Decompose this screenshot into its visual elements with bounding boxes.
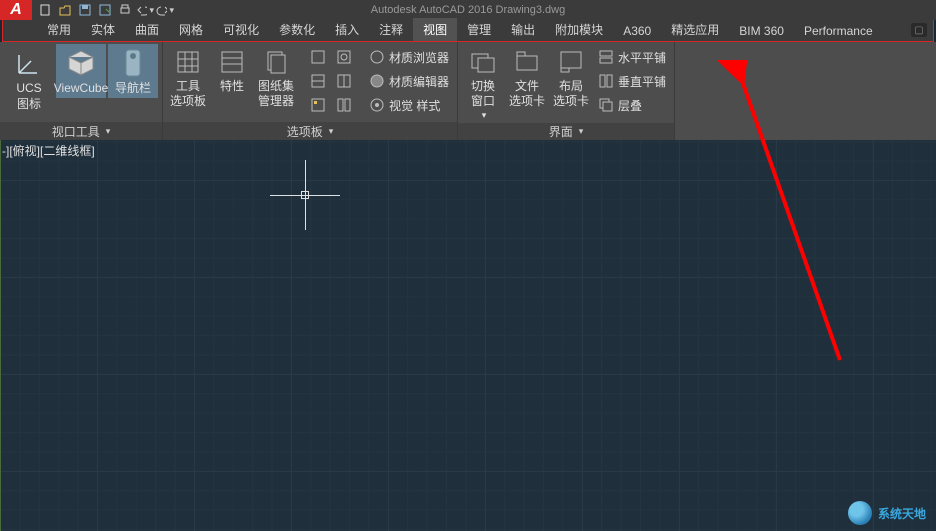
properties-icon [216, 46, 248, 78]
palette-icon [310, 73, 326, 89]
cascade-button[interactable]: 层叠 [594, 94, 670, 116]
app-menu-icon[interactable]: A [0, 0, 32, 20]
tab-a360[interactable]: A360 [613, 21, 661, 41]
tab-visualize[interactable]: 可视化 [213, 18, 269, 41]
save-icon[interactable] [76, 2, 94, 18]
undo-icon[interactable]: ▾ [136, 2, 154, 18]
sheetset-icon [260, 46, 292, 78]
window-title: Autodesk AutoCAD 2016 Drawing3.dwg [371, 4, 565, 16]
small-palette-button-3[interactable] [306, 94, 330, 116]
panel-title[interactable]: 视口工具▾ [0, 122, 162, 140]
tab-output[interactable]: 输出 [501, 18, 545, 41]
palette-icon [310, 49, 326, 65]
watermark-logo-icon [848, 501, 872, 525]
switch-window-button[interactable]: 切换窗口▾ [462, 44, 504, 123]
material-editor-icon [369, 73, 385, 89]
palette-icon [310, 97, 326, 113]
switch-window-icon [467, 46, 499, 78]
ucs-icon-button[interactable]: UCS图标 [4, 44, 54, 115]
viewport-control-label[interactable]: -][俯视][二维线框] [2, 142, 95, 159]
navbar-button[interactable]: 导航栏 [108, 44, 158, 98]
ribbon-tabs: 常用 实体 曲面 网格 可视化 参数化 插入 注释 视图 管理 输出 附加模块 … [2, 20, 934, 42]
palette-icon [336, 73, 352, 89]
tile-vertical-button[interactable]: 垂直平铺 [594, 70, 670, 92]
drawing-grid [0, 140, 936, 531]
tab-parametric[interactable]: 参数化 [269, 18, 325, 41]
tab-view[interactable]: 视图 [413, 18, 457, 41]
cascade-icon [598, 97, 614, 113]
tool-palettes-icon [172, 46, 204, 78]
tab-manage[interactable]: 管理 [457, 18, 501, 41]
material-browser-icon [369, 49, 385, 65]
small-palette-button-1[interactable] [306, 46, 330, 68]
sheetset-manager-button[interactable]: 图纸集管理器 [255, 44, 297, 111]
saveas-icon[interactable] [96, 2, 114, 18]
print-icon[interactable] [116, 2, 134, 18]
open-icon[interactable] [56, 2, 74, 18]
axis-line [0, 140, 1, 531]
tile-vertical-icon [598, 73, 614, 89]
ribbon-minimize-icon[interactable]: ▢ [911, 23, 927, 37]
navbar-icon [117, 47, 149, 79]
visual-styles-icon [369, 97, 385, 113]
tab-surface[interactable]: 曲面 [125, 18, 169, 41]
tab-mesh[interactable]: 网格 [169, 18, 213, 41]
tab-solid[interactable]: 实体 [81, 18, 125, 41]
small-palette-button-6[interactable] [332, 94, 356, 116]
layout-tabs-button[interactable]: 布局选项卡 [550, 44, 592, 111]
tab-featured[interactable]: 精选应用 [661, 18, 729, 41]
small-palette-button-5[interactable] [332, 70, 356, 92]
ucs-icon [13, 47, 45, 79]
file-tabs-button[interactable]: 文件选项卡 [506, 44, 548, 111]
watermark-text: 系统天地 [878, 505, 926, 522]
title-bar: A ▾ ▾ Autodesk AutoCAD 2016 Drawing3.dwg [0, 0, 936, 20]
quick-access-toolbar: ▾ ▾ [32, 2, 178, 18]
panel-palettes: 工具选项板 特性 图纸集管理器 材质浏览 [163, 42, 458, 140]
tab-annotate[interactable]: 注释 [369, 18, 413, 41]
palette-icon [336, 97, 352, 113]
material-browser-button[interactable]: 材质浏览器 [365, 46, 453, 68]
new-icon[interactable] [36, 2, 54, 18]
tab-home[interactable]: 常用 [37, 18, 81, 41]
panel-title[interactable]: 选项板▾ [163, 122, 457, 140]
tab-insert[interactable]: 插入 [325, 18, 369, 41]
tile-horizontal-icon [598, 49, 614, 65]
small-palette-button-4[interactable] [332, 46, 356, 68]
watermark: 系统天地 [848, 501, 926, 525]
ribbon: UCS图标 ViewCube 导航栏 视口工具▾ 工具选项板 特性 [0, 42, 936, 140]
panel-title[interactable]: 界面▾ [458, 123, 674, 140]
drawing-canvas[interactable]: -][俯视][二维线框] [0, 140, 936, 531]
viewcube-icon [65, 47, 97, 79]
file-tabs-icon [511, 46, 543, 78]
tool-palettes-button[interactable]: 工具选项板 [167, 44, 209, 111]
panel-viewport-tools: UCS图标 ViewCube 导航栏 视口工具▾ [0, 42, 163, 140]
redo-icon[interactable]: ▾ [156, 2, 174, 18]
visual-styles-button[interactable]: 视觉 样式 [365, 94, 453, 116]
viewcube-button[interactable]: ViewCube [56, 44, 106, 98]
tab-addins[interactable]: 附加模块 [545, 18, 613, 41]
tile-horizontal-button[interactable]: 水平平铺 [594, 46, 670, 68]
material-editor-button[interactable]: 材质编辑器 [365, 70, 453, 92]
properties-button[interactable]: 特性 [211, 44, 253, 95]
panel-interface: 切换窗口▾ 文件选项卡 布局选项卡 水平平铺 垂直平铺 层叠 界面▾ [458, 42, 675, 140]
small-palette-button-2[interactable] [306, 70, 330, 92]
palette-icon [336, 49, 352, 65]
tab-performance[interactable]: Performance [794, 21, 883, 41]
tab-bim360[interactable]: BIM 360 [729, 21, 794, 41]
layout-tabs-icon [555, 46, 587, 78]
